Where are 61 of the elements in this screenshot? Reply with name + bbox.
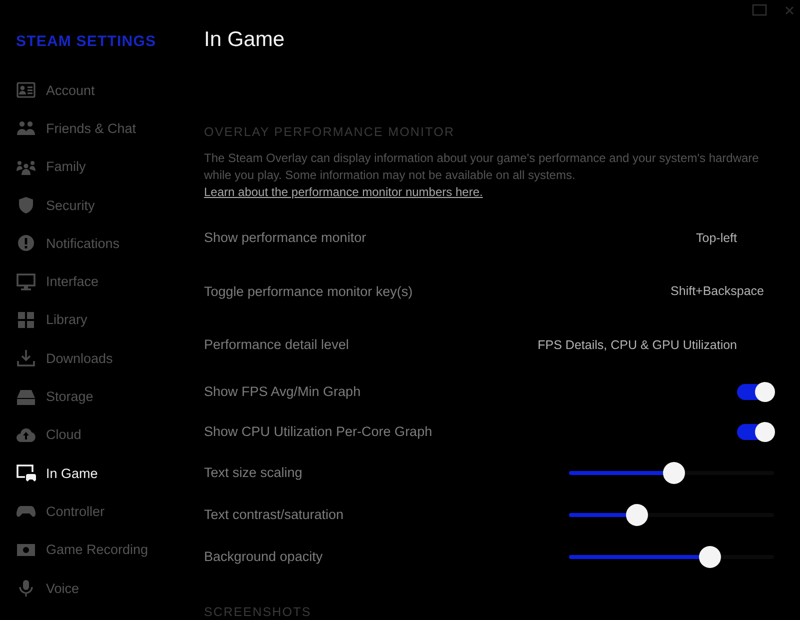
- sidebar-item[interactable]: Library: [0, 300, 190, 340]
- sidebar-item[interactable]: Storage: [0, 377, 190, 416]
- alert-icon: [16, 234, 36, 252]
- dropdown[interactable]: FPS Details, CPU & GPU Utilization: [530, 334, 777, 356]
- learn-more-link[interactable]: Learn about the performance monitor numbers here.: [204, 185, 483, 199]
- sidebar-item[interactable]: In Game: [0, 454, 190, 492]
- sidebar-item-label: Voice: [46, 580, 80, 596]
- slider-thumb[interactable]: [662, 462, 685, 484]
- setting-label: Background opacity: [204, 549, 323, 564]
- sidebar-title: STEAM SETTINGS: [16, 33, 156, 50]
- slider-thumb[interactable]: [626, 504, 648, 526]
- microphone-icon: [16, 579, 36, 597]
- shield-icon: [16, 196, 36, 214]
- setting-label: Show CPU Utilization Per-Core Graph: [204, 424, 432, 439]
- sidebar-item[interactable]: Account: [0, 71, 190, 110]
- sidebar-item-label: Game Recording: [46, 542, 148, 558]
- sidebar-item[interactable]: Voice: [0, 568, 190, 608]
- sidebar-item-label: Downloads: [46, 350, 113, 366]
- setting-label: Text contrast/saturation: [204, 507, 344, 522]
- dropdown[interactable]: Top-left: [688, 226, 777, 249]
- id-card-icon: [16, 81, 36, 100]
- sidebar-item[interactable]: Interface: [0, 262, 190, 301]
- sidebar-item-label: Storage: [46, 389, 94, 404]
- grid-icon: [16, 310, 36, 329]
- toggle-switch[interactable]: [737, 382, 775, 402]
- sidebar-item[interactable]: Security: [0, 186, 190, 224]
- sidebar-item-label: Library: [46, 312, 88, 328]
- cloud-icon: [16, 426, 36, 444]
- toggle-switch[interactable]: [737, 422, 775, 442]
- sidebar-item[interactable]: Controller: [0, 492, 190, 531]
- sidebar-item-label: Friends & Chat: [46, 120, 136, 136]
- key-binding-button[interactable]: Shift+Backspace: [662, 280, 777, 302]
- two-people-icon: [16, 119, 36, 138]
- setting-label: Toggle performance monitor key(s): [204, 284, 413, 299]
- sidebar-item[interactable]: Friends & Chat: [0, 109, 190, 148]
- sidebar-item[interactable]: Cloud: [0, 416, 190, 454]
- screen-gamepad-icon: [16, 464, 36, 482]
- sidebar-item[interactable]: Game Recording: [0, 530, 190, 569]
- sidebar-item-label: In Game: [46, 466, 98, 481]
- download-icon: [16, 349, 36, 368]
- setting-label: Show FPS Avg/Min Graph: [204, 384, 361, 399]
- sidebar-item-label: Controller: [46, 504, 105, 519]
- setting-label: Show performance monitor: [204, 230, 366, 246]
- section-heading: SCREENSHOTS: [204, 604, 312, 620]
- setting-label: Text size scaling: [204, 465, 302, 480]
- sidebar-item-label: Family: [46, 159, 86, 174]
- section-description: The Steam Overlay can display information about your game's performance and your system's hardware while you play. Some information may not be available on all systems. Learn about the performance monitor numbers here.: [204, 150, 760, 201]
- sidebar-item[interactable]: Notifications: [0, 224, 190, 262]
- drive-icon: [16, 388, 36, 406]
- setting-label: Performance detail level: [204, 337, 349, 352]
- sidebar-item-label: Security: [46, 198, 95, 213]
- sidebar-item-label: Notifications: [46, 236, 120, 251]
- page-title: In Game: [204, 28, 285, 52]
- sidebar-item-label: Interface: [46, 274, 99, 290]
- slider-thumb[interactable]: [699, 546, 722, 568]
- sidebar-item-label: Account: [46, 82, 95, 98]
- sidebar-item[interactable]: Downloads: [0, 339, 190, 378]
- monitor-icon: [16, 272, 36, 291]
- sidebar-item[interactable]: Family: [0, 148, 190, 186]
- sidebar-item-label: Cloud: [46, 427, 82, 442]
- section-heading: OVERLAY PERFORMANCE MONITOR: [204, 124, 455, 140]
